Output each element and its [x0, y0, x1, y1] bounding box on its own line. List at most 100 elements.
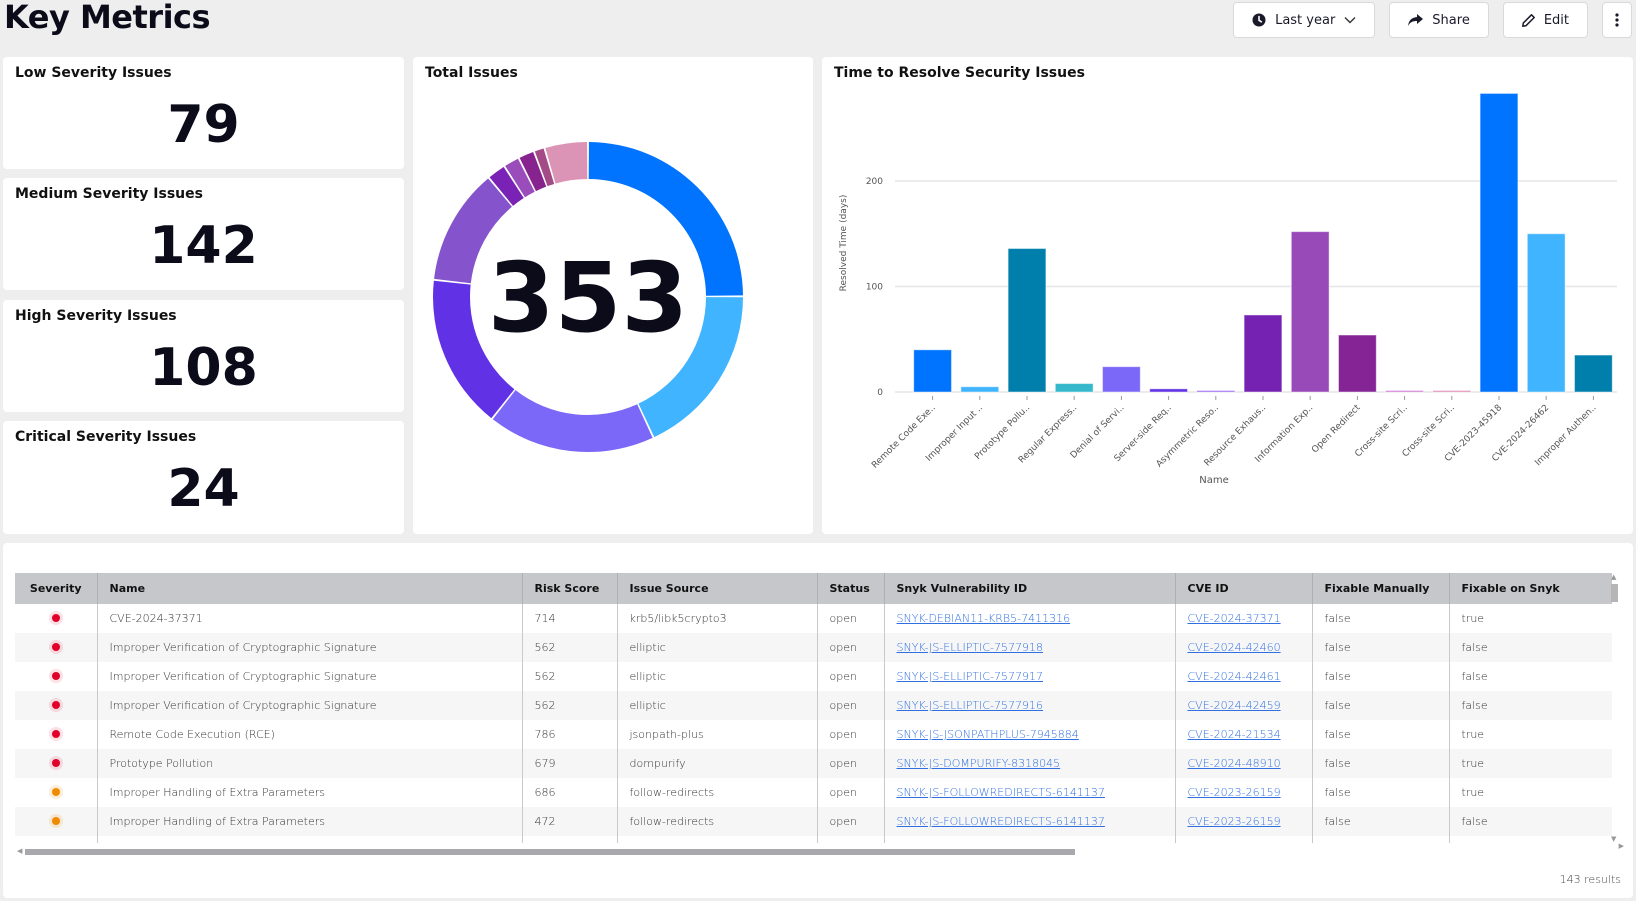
- vertical-scroll-thumb[interactable]: [1611, 584, 1618, 602]
- status-cell: open: [816, 778, 884, 807]
- metric-label: High Severity Issues: [15, 308, 177, 324]
- status-cell: open: [816, 633, 884, 662]
- column-header[interactable]: Status: [816, 573, 884, 604]
- bar[interactable]: [1149, 388, 1188, 393]
- edit-button[interactable]: Edit: [1502, 2, 1588, 38]
- bar[interactable]: [1196, 390, 1236, 393]
- cve-id-cell: CVE-2023-26159: [1174, 807, 1312, 836]
- risk-score-cell: 472: [521, 836, 617, 843]
- snyk-id-link[interactable]: SNYK-JS-FOLLOWREDIRECTS-6141137: [897, 815, 1105, 828]
- name-cell: CVE-2024-37371: [96, 604, 522, 633]
- cve-id-link[interactable]: CVE-2024-21534: [1188, 728, 1281, 741]
- scroll-down-arrow-icon[interactable]: ▼: [1611, 835, 1616, 843]
- table-row[interactable]: Improper Verification of Cryptographic S…: [15, 662, 1612, 691]
- fixable-manually-cell: false: [1311, 633, 1449, 662]
- horizontal-scrollbar[interactable]: ◀ ▶: [17, 842, 1624, 856]
- bar[interactable]: [960, 386, 1000, 393]
- vertical-scrollbar[interactable]: ▲ ▼: [1609, 573, 1619, 843]
- severity-cell: [15, 633, 97, 662]
- table-row[interactable]: Improper Verification of Cryptographic S…: [15, 691, 1612, 720]
- donut-slice[interactable]: [492, 390, 653, 452]
- snyk-id-cell: SNYK-DEBIAN11-KRB5-7411316: [883, 604, 1175, 633]
- column-header[interactable]: Fixable Manually: [1311, 573, 1449, 604]
- results-count: 143 results: [1559, 873, 1621, 886]
- issues-table-card: Severity Name Risk Score Issue Source Status…: [3, 543, 1633, 898]
- snyk-id-cell: SNYK-JS-FOLLOWREDIRECTS-6141137: [883, 807, 1175, 836]
- table-row[interactable]: CVE-2024-37371 714 krb5/libk5crypto3 open SN…: [15, 604, 1612, 633]
- column-header[interactable]: Fixable on Snyk: [1448, 573, 1612, 604]
- scroll-left-arrow-icon[interactable]: ◀: [17, 847, 22, 855]
- cve-id-link[interactable]: CVE-2024-42460: [1188, 641, 1281, 654]
- table-row[interactable]: Improper Handling of Extra Parameters472…: [15, 807, 1612, 836]
- bar[interactable]: [1432, 390, 1472, 393]
- snyk-id-link[interactable]: SNYK-JS-DOMPURIFY-8318045: [897, 757, 1061, 770]
- share-button[interactable]: Share: [1389, 2, 1489, 38]
- severity-cell: [15, 807, 97, 836]
- bar[interactable]: [1574, 354, 1613, 393]
- bar[interactable]: [1290, 231, 1330, 393]
- cve-id-cell: CVE-2024-37371: [1174, 604, 1312, 633]
- status-cell: open: [816, 720, 884, 749]
- bar[interactable]: [1385, 390, 1424, 393]
- horizontal-scroll-thumb[interactable]: [25, 849, 1075, 855]
- table-row[interactable]: Remote Code Execution (RCE) 786 jsonpath-p…: [15, 720, 1612, 749]
- time-range-dropdown[interactable]: Last year: [1233, 2, 1376, 38]
- column-header[interactable]: Name: [96, 573, 522, 604]
- column-header[interactable]: Issue Source: [616, 573, 817, 604]
- snyk-id-link[interactable]: SNYK-JS-ELLIPTIC-7577917: [897, 670, 1043, 683]
- cve-id-link[interactable]: CVE-2024-42461: [1188, 670, 1281, 683]
- fixable-manually-cell: false: [1311, 836, 1449, 843]
- metric-card-high: High Severity Issues 108: [3, 300, 404, 412]
- scroll-right-arrow-icon[interactable]: ▶: [1619, 842, 1624, 850]
- severity-critical-dot-icon: [51, 759, 60, 767]
- cve-id-link[interactable]: CVE-2023-26159: [1188, 786, 1281, 799]
- bar[interactable]: [1526, 233, 1566, 393]
- name-cell: Improper Verification of Cryptographic S…: [96, 662, 522, 691]
- table-row[interactable]: Improper Verification of Cryptographic S…: [15, 633, 1612, 662]
- bar[interactable]: [1054, 383, 1094, 393]
- cve-id-cell: CVE-2023-26159: [1174, 778, 1312, 807]
- snyk-id-link[interactable]: SNYK-JS-JSONPATHPLUS-7945884: [897, 728, 1079, 741]
- snyk-id-link[interactable]: SNYK-JS-FOLLOWREDIRECTS-6141137: [897, 786, 1105, 799]
- bar[interactable]: [1338, 334, 1377, 393]
- status-cell: open: [816, 662, 884, 691]
- cve-id-link[interactable]: CVE-2024-48910: [1188, 757, 1281, 770]
- name-cell: Improper Handling of Extra Parameters: [96, 836, 522, 843]
- table-row[interactable]: Prototype Pollution 679 dompurify open SNYK-…: [15, 749, 1612, 778]
- fixable-on-snyk-cell: false: [1448, 662, 1612, 691]
- scroll-up-arrow-icon[interactable]: ▲: [1611, 573, 1616, 581]
- fixable-on-snyk-cell: false: [1448, 633, 1612, 662]
- bar[interactable]: [1007, 248, 1047, 393]
- bar[interactable]: [913, 349, 952, 393]
- table-row[interactable]: Improper Handling of Extra Parameters 686…: [15, 778, 1612, 807]
- fixable-on-snyk-cell: true: [1448, 604, 1612, 633]
- fixable-manually-cell: false: [1311, 662, 1449, 691]
- fixable-on-snyk-cell: true: [1448, 778, 1612, 807]
- status-cell: open: [816, 836, 884, 843]
- bar-chart-title: Time to Resolve Security Issues: [834, 65, 1085, 81]
- severity-cell: [15, 778, 97, 807]
- cve-id-link[interactable]: CVE-2024-37371: [1188, 612, 1281, 625]
- snyk-id-link[interactable]: SNYK-JS-ELLIPTIC-7577916: [897, 699, 1043, 712]
- column-header[interactable]: Severity: [15, 573, 97, 604]
- more-options-button[interactable]: [1602, 2, 1632, 38]
- column-header[interactable]: Snyk Vulnerability ID: [883, 573, 1175, 604]
- bar[interactable]: [1102, 366, 1141, 393]
- table-row[interactable]: Improper Handling of Extra Parameters472…: [15, 836, 1612, 843]
- column-header[interactable]: CVE ID: [1174, 573, 1312, 604]
- column-header[interactable]: Risk Score: [521, 573, 617, 604]
- issues-table: Severity Name Risk Score Issue Source Status…: [15, 573, 1612, 843]
- issue-source-cell: elliptic: [616, 662, 817, 691]
- severity-cell: [15, 720, 97, 749]
- table-header-row: Severity Name Risk Score Issue Source Status…: [15, 573, 1612, 604]
- total-issues-card: 353 Total Issues: [413, 57, 813, 534]
- snyk-id-link[interactable]: SNYK-JS-ELLIPTIC-7577918: [897, 641, 1043, 654]
- snyk-id-link[interactable]: SNYK-DEBIAN11-KRB5-7411316: [897, 612, 1071, 625]
- bar[interactable]: [1479, 92, 1519, 393]
- cve-id-link[interactable]: CVE-2023-26159: [1188, 815, 1281, 828]
- cve-id-link[interactable]: CVE-2024-42459: [1188, 699, 1281, 712]
- risk-score-cell: 786: [521, 720, 617, 749]
- bar[interactable]: [1243, 314, 1283, 393]
- status-cell: open: [816, 749, 884, 778]
- edit-label: Edit: [1543, 12, 1569, 28]
